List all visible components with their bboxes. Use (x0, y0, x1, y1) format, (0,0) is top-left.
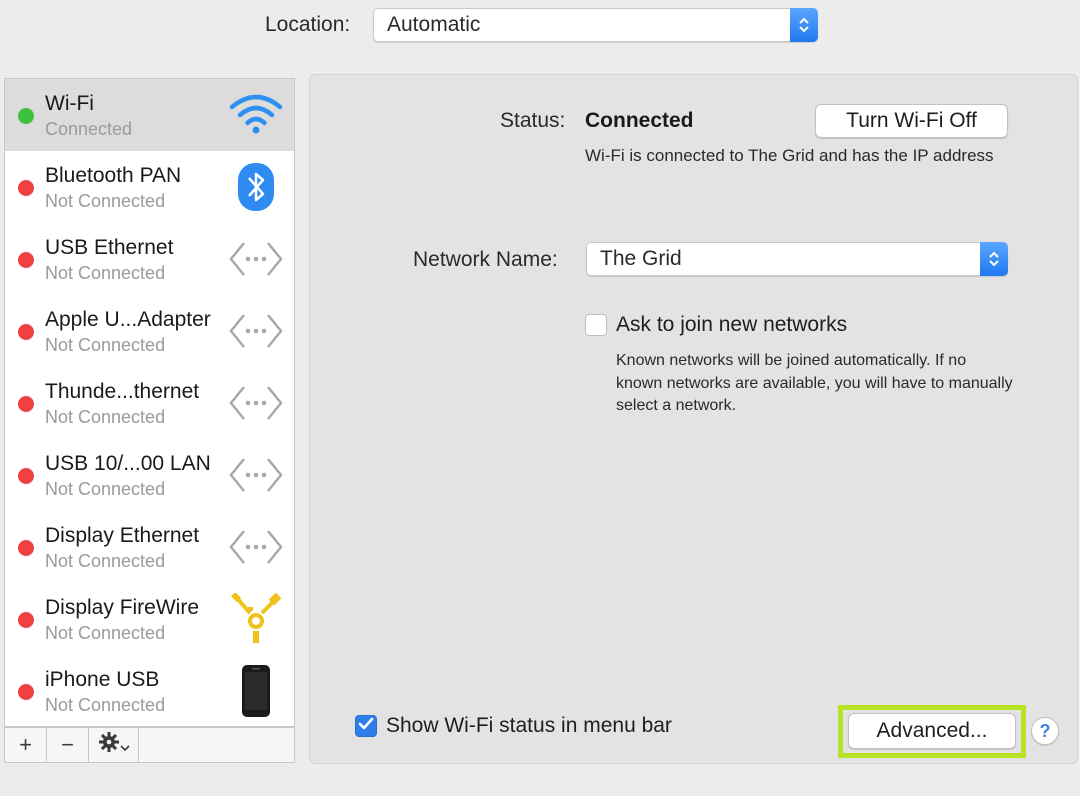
status-dot (18, 324, 34, 340)
status-dot (18, 252, 34, 268)
service-usb-ethernet[interactable]: USB Ethernet Not Connected (5, 223, 294, 295)
service-status: Not Connected (45, 623, 166, 643)
advanced-button[interactable]: Advanced... (848, 713, 1016, 749)
ethernet-icon (228, 521, 284, 573)
status-dot (18, 108, 34, 124)
service-name: Thunde...thernet (45, 380, 200, 403)
service-name: USB Ethernet (45, 236, 174, 259)
ask-to-join-description: Known networks will be joined automatica… (616, 352, 1013, 414)
service-name: Display Ethernet (45, 524, 200, 547)
service-status: Not Connected (45, 335, 166, 355)
service-name: USB 10/...00 LAN (45, 452, 211, 475)
action-menu-button[interactable] (89, 728, 139, 762)
ask-to-join-label[interactable]: Ask to join new networks (616, 311, 847, 339)
show-wifi-status-checkbox[interactable] (355, 715, 377, 737)
service-wifi[interactable]: Wi-Fi Connected (5, 79, 294, 151)
service-name: Wi-Fi (45, 92, 94, 115)
wifi-icon (228, 89, 284, 141)
service-name: Bluetooth PAN (45, 164, 182, 187)
help-button[interactable]: ? (1031, 717, 1059, 745)
service-display-ethernet[interactable]: Display Ethernet Not Connected (5, 511, 294, 583)
service-status: Not Connected (45, 263, 166, 283)
detail-pane (309, 74, 1078, 764)
network-name-value: The Grid (600, 247, 682, 270)
service-status: Not Connected (45, 551, 166, 571)
service-list[interactable]: Wi-Fi Connected Bluetooth PAN Not Connec… (4, 78, 295, 727)
status-dot (18, 396, 34, 412)
turn-wifi-off-button[interactable]: Turn Wi-Fi Off (815, 104, 1008, 138)
iphone-icon (228, 665, 284, 717)
ethernet-icon (228, 305, 284, 357)
ethernet-icon (228, 449, 284, 501)
chevron-up-down-icon (790, 8, 818, 42)
location-value: Automatic (387, 13, 481, 36)
service-status: Not Connected (45, 695, 166, 715)
status-dot (18, 684, 34, 700)
service-status: Not Connected (45, 191, 166, 211)
show-wifi-status-label[interactable]: Show Wi-Fi status in menu bar (386, 712, 672, 740)
network-name-label: Network Name: (413, 248, 558, 271)
service-thunderbolt-ethernet[interactable]: Thunde...thernet Not Connected (5, 367, 294, 439)
service-status: Not Connected (45, 479, 166, 499)
service-usb-lan[interactable]: USB 10/...00 LAN Not Connected (5, 439, 294, 511)
service-display-firewire[interactable]: Display FireWire Not Connected (5, 583, 294, 655)
gear-icon (98, 731, 120, 759)
service-name: iPhone USB (45, 668, 160, 691)
status-dot (18, 540, 34, 556)
status-dot (18, 612, 34, 628)
remove-service-button[interactable]: − (47, 728, 89, 762)
status-value: Connected (585, 109, 694, 132)
firewire-icon (228, 593, 284, 645)
status-label: Status: (500, 109, 566, 132)
checkmark-icon (358, 717, 374, 736)
ask-to-join-checkbox[interactable] (585, 314, 607, 336)
status-description: Wi-Fi is connected to The Grid and has t… (585, 146, 994, 165)
service-iphone-usb[interactable]: iPhone USB Not Connected (5, 655, 294, 726)
service-name: Display FireWire (45, 596, 200, 619)
chevron-down-icon (119, 732, 130, 758)
service-name: Apple U...Adapter (45, 308, 211, 331)
ethernet-icon (228, 233, 284, 285)
service-bluetooth-pan[interactable]: Bluetooth PAN Not Connected (5, 151, 294, 223)
status-dot (18, 468, 34, 484)
service-status: Not Connected (45, 407, 166, 427)
status-dot (18, 180, 34, 196)
service-status: Connected (45, 119, 133, 139)
service-list-toolbar: + − (4, 727, 295, 763)
ethernet-icon (228, 377, 284, 429)
bluetooth-icon (228, 161, 284, 213)
location-popup[interactable]: Automatic (373, 8, 818, 42)
chevron-up-down-icon (980, 242, 1008, 276)
location-label: Location: (265, 13, 351, 36)
service-apple-usb-adapter[interactable]: Apple U...Adapter Not Connected (5, 295, 294, 367)
add-service-button[interactable]: + (5, 728, 47, 762)
network-name-popup[interactable]: The Grid (586, 242, 1008, 276)
